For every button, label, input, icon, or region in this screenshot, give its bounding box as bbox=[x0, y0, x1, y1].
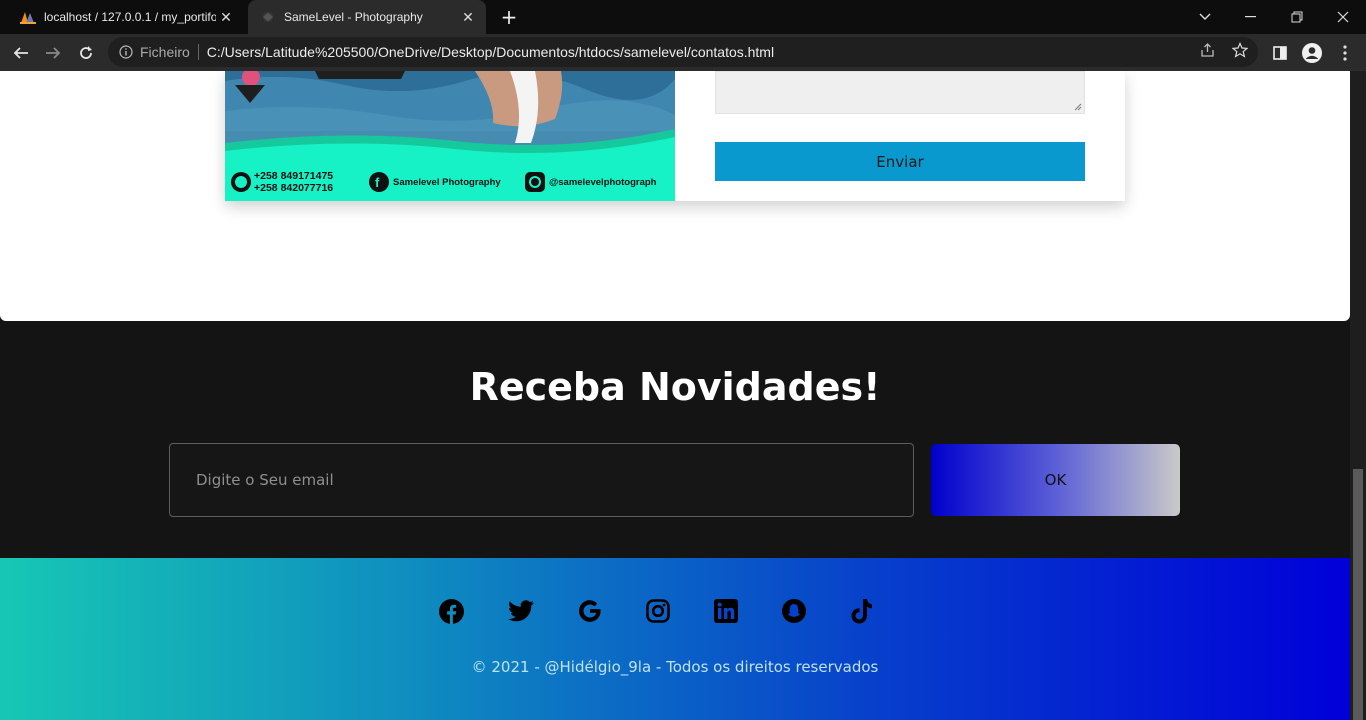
poster-phone-1: +258 849171475 bbox=[254, 170, 333, 182]
instagram-icon[interactable] bbox=[645, 598, 671, 624]
poster-facebook: Samelevel Photography bbox=[393, 177, 501, 188]
footer-copyright: © 2021 - @Hidélgio_9la - Todos os direit… bbox=[471, 658, 879, 676]
new-tab-button[interactable]: + bbox=[498, 5, 520, 29]
tab-samelevel[interactable]: SameLevel - Photography ✕ bbox=[248, 0, 486, 34]
resize-grip-icon[interactable] bbox=[1074, 103, 1082, 111]
facebook-icon[interactable] bbox=[438, 598, 464, 624]
menu-kebab-icon[interactable] bbox=[1333, 41, 1357, 65]
newsletter-ok-button[interactable]: OK bbox=[931, 444, 1180, 516]
minimize-button[interactable] bbox=[1228, 0, 1274, 34]
tab-title: localhost / 127.0.0.1 / my_portifo bbox=[44, 10, 216, 24]
phpmyadmin-icon bbox=[20, 9, 36, 25]
page-viewport: +258 849171475 +258 842077716 f Sameleve… bbox=[0, 71, 1366, 720]
contact-card: +258 849171475 +258 842077716 f Sameleve… bbox=[225, 71, 1125, 201]
promo-poster-image: +258 849171475 +258 842077716 f Sameleve… bbox=[225, 71, 675, 201]
svg-text:f: f bbox=[375, 175, 380, 190]
divider bbox=[197, 44, 199, 60]
restore-button[interactable] bbox=[1274, 0, 1320, 34]
tab-title: SameLevel - Photography bbox=[284, 10, 423, 24]
reload-button[interactable] bbox=[73, 40, 99, 66]
scheme-label: Ficheiro bbox=[140, 44, 190, 60]
page-scrollbar[interactable] bbox=[1350, 71, 1366, 720]
scrollbar-thumb[interactable] bbox=[1353, 469, 1363, 720]
twitter-icon[interactable] bbox=[508, 598, 534, 624]
profile-avatar-icon[interactable] bbox=[1300, 41, 1324, 65]
forward-button[interactable] bbox=[40, 40, 66, 66]
tiktok-icon[interactable] bbox=[849, 598, 875, 624]
newsletter-email-input[interactable] bbox=[169, 443, 914, 517]
info-icon[interactable] bbox=[118, 44, 134, 60]
tab-search-icon[interactable] bbox=[1182, 0, 1228, 34]
site-icon bbox=[260, 9, 276, 25]
url-text[interactable]: C:/Users/Latitude%205500/OneDrive/Deskto… bbox=[207, 44, 774, 60]
bookmark-star-icon[interactable] bbox=[1231, 41, 1249, 59]
close-window-button[interactable] bbox=[1320, 0, 1366, 34]
footer: © 2021 - @Hidélgio_9la - Todos os direit… bbox=[0, 558, 1350, 720]
back-button[interactable] bbox=[8, 40, 34, 66]
google-icon[interactable] bbox=[577, 598, 603, 624]
poster-instagram: @samelevelphotograph bbox=[549, 177, 657, 188]
poster-phone-2: +258 842077716 bbox=[254, 182, 333, 194]
contact-section: +258 849171475 +258 842077716 f Sameleve… bbox=[0, 71, 1350, 321]
browser-toolbar: Ficheiro C:/Users/Latitude%205500/OneDri… bbox=[0, 34, 1366, 71]
address-bar[interactable]: Ficheiro C:/Users/Latitude%205500/OneDri… bbox=[108, 37, 1258, 67]
close-tab-icon[interactable]: ✕ bbox=[216, 7, 236, 27]
message-textarea[interactable] bbox=[715, 71, 1085, 114]
snapchat-icon[interactable] bbox=[781, 598, 807, 624]
tab-strip: localhost / 127.0.0.1 / my_portifo ✕ Sam… bbox=[0, 0, 1366, 34]
tab-phpmyadmin[interactable]: localhost / 127.0.0.1 / my_portifo ✕ bbox=[8, 0, 244, 34]
newsletter-title: Receba Novidades! bbox=[469, 365, 881, 409]
side-panel-icon[interactable] bbox=[1268, 41, 1292, 65]
linkedin-icon[interactable] bbox=[713, 598, 739, 624]
close-tab-icon[interactable]: ✕ bbox=[458, 7, 478, 27]
send-button[interactable]: Enviar bbox=[715, 142, 1085, 181]
share-icon[interactable] bbox=[1199, 41, 1217, 59]
